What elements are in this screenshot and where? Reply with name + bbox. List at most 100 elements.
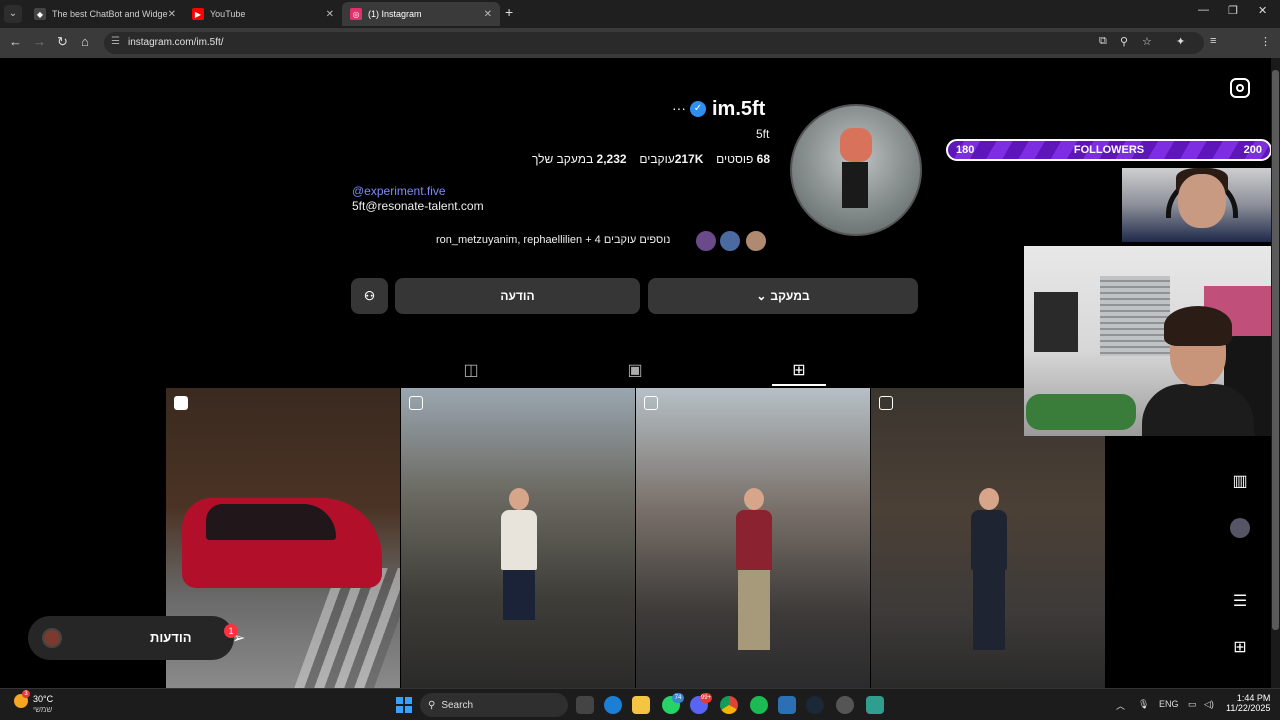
windows-start-icon[interactable]	[396, 697, 412, 713]
tray-overflow-icon[interactable]: ︿	[1116, 699, 1125, 712]
microphone-icon[interactable]: 🎙	[1138, 699, 1149, 710]
app-icon[interactable]	[836, 696, 854, 714]
browser-tab-bar: ⌄ ◆ The best ChatBot and Widgets ✕ ▶ You…	[0, 0, 1280, 28]
weather-desc: שמשי	[33, 705, 53, 714]
file-explorer-icon[interactable]	[632, 696, 650, 714]
language-indicator[interactable]: ENG	[1159, 699, 1179, 709]
carousel-badge-icon	[409, 396, 423, 410]
menu-kebab-icon[interactable]: ⋮	[1260, 35, 1271, 48]
site-info-icon[interactable]: ☰	[111, 36, 120, 47]
person-figure	[499, 488, 539, 658]
person-shirt	[501, 510, 537, 570]
followers-stat[interactable]: 217Kעוקבים	[639, 152, 703, 166]
person-sweater	[736, 510, 772, 570]
person-trousers	[738, 570, 770, 650]
follower-goal-overlay: 180 FOLLOWERS 200	[946, 139, 1272, 161]
url-text: instagram.com/im.5ft/	[128, 37, 224, 48]
tab-title: YouTube	[210, 9, 246, 19]
active-tab-indicator	[772, 384, 826, 386]
page-scrollbar[interactable]	[1271, 58, 1280, 688]
person-head	[509, 488, 529, 510]
insights-icon[interactable]: ▥	[1230, 472, 1250, 492]
more-options-icon[interactable]: ···	[672, 100, 686, 116]
messages-count-badge: 1	[224, 624, 238, 638]
following-stat[interactable]: 2,232 במעקב שלך	[532, 152, 627, 166]
zoom-icon[interactable]: ⚲	[1120, 35, 1128, 48]
scrollbar-thumb[interactable]	[1272, 70, 1279, 630]
weather-temp: 30°C	[33, 694, 54, 704]
close-tab-icon[interactable]: ✕	[484, 9, 492, 20]
pillow	[1026, 394, 1136, 430]
tab-title: (1) Instagram	[368, 9, 422, 19]
webcam-overlay-small	[1122, 168, 1280, 242]
bio-threads-link[interactable]: @experiment.five	[352, 184, 446, 198]
grid-icon[interactable]: ⊞	[788, 360, 810, 382]
profile-nav-avatar[interactable]	[1230, 518, 1250, 538]
taskbar-search[interactable]: ⚲ Search	[420, 693, 568, 717]
home-icon[interactable]: ⌂	[81, 34, 89, 49]
instagram-logo-icon[interactable]	[1230, 78, 1250, 98]
streamer-shirt	[1142, 384, 1254, 436]
back-icon[interactable]: ←	[9, 34, 22, 49]
mutual-followers-text[interactable]: ron_metzuyanim, rephaellilien + 4 נוספים…	[436, 234, 670, 246]
taskbar-clock[interactable]: 1:44 PM 11/22/2025	[1226, 693, 1270, 713]
instagram-favicon-icon: ◎	[350, 8, 362, 20]
tab-youtube[interactable]: ▶ YouTube ✕	[184, 2, 342, 26]
forward-icon[interactable]: →	[33, 34, 46, 49]
followers-count: 217K	[674, 152, 704, 166]
windows-taskbar: 3 30°C שמשי ⚲ Search 74 99+ ︿ 🎙 ENG ▭ ◁)…	[0, 688, 1280, 720]
add-user-button[interactable]: ⚇	[351, 278, 388, 314]
close-tab-icon[interactable]: ✕	[326, 9, 334, 20]
network-icon[interactable]: ▭	[1188, 699, 1197, 710]
post-tile[interactable]	[401, 388, 636, 688]
posts-stat: 68 פוסטים	[716, 152, 770, 166]
tab-instagram[interactable]: ◎ (1) Instagram ✕	[342, 2, 500, 26]
edge-icon[interactable]	[604, 696, 622, 714]
tab-search-dropdown[interactable]: ⌄	[4, 5, 22, 23]
post-tile[interactable]	[636, 388, 871, 688]
bookmark-star-icon[interactable]: ☆	[1142, 35, 1152, 48]
streamer-face	[1178, 174, 1226, 228]
tab-chatbot[interactable]: ◆ The best ChatBot and Widgets ✕	[26, 2, 184, 26]
notepad-icon[interactable]	[866, 696, 884, 714]
reels-icon[interactable]: ▣	[624, 360, 646, 382]
volume-icon[interactable]: ◁)	[1204, 699, 1214, 710]
close-tab-icon[interactable]: ✕	[168, 9, 176, 20]
extensions-icon[interactable]: ✦	[1176, 35, 1185, 48]
posts-count: 68	[756, 152, 770, 166]
webcam-overlay-large	[1024, 246, 1280, 436]
close-window-icon[interactable]: ✕	[1258, 4, 1267, 17]
search-icon: ⚲	[428, 699, 436, 711]
address-toolbar: ← → ↻ ⌂ ☰ instagram.com/im.5ft/ ⧉ ⚲ ☆ ✦ …	[0, 28, 1280, 78]
carousel-badge-icon	[644, 396, 658, 410]
profile-avatar-photo[interactable]	[790, 104, 922, 236]
messages-pill[interactable]: הודעות ➢ 1	[28, 616, 245, 660]
message-button[interactable]: הודעה	[395, 278, 640, 314]
also-from-meta-icon[interactable]: ⊞	[1230, 638, 1250, 658]
follower-goal-label: FOLLOWERS	[1073, 144, 1145, 156]
wall-poster	[1034, 292, 1078, 352]
clock-date: 11/22/2025	[1226, 703, 1271, 713]
person-figure	[734, 488, 774, 658]
posts-grid	[166, 388, 1106, 688]
following-button[interactable]: ⌄ במעקב	[648, 278, 918, 314]
task-view-icon[interactable]	[576, 696, 594, 714]
profile-stats: 68 פוסטים 217Kעוקבים 2,232 במעקב שלך	[532, 152, 770, 166]
steam-icon[interactable]	[806, 696, 824, 714]
tagged-icon[interactable]: ◫	[460, 360, 482, 382]
new-tab-button[interactable]: +	[505, 4, 513, 20]
photos-icon[interactable]	[778, 696, 796, 714]
minimize-icon[interactable]: —	[1198, 4, 1209, 16]
following-label: במעקב	[770, 289, 810, 303]
message-avatar	[42, 628, 62, 648]
spotify-icon[interactable]	[750, 696, 768, 714]
reading-list-icon[interactable]: ≡	[1210, 35, 1216, 47]
menu-hamburger-icon[interactable]: ☰	[1230, 592, 1250, 612]
reload-icon[interactable]: ↻	[57, 34, 68, 50]
following-label: במעקב שלך	[532, 152, 594, 166]
chrome-icon[interactable]	[720, 696, 738, 714]
address-bar[interactable]: ☰ instagram.com/im.5ft/	[104, 32, 1204, 54]
maximize-icon[interactable]: ❐	[1228, 4, 1238, 17]
install-app-icon[interactable]: ⧉	[1099, 35, 1107, 48]
person-denim-pants	[973, 570, 1005, 650]
